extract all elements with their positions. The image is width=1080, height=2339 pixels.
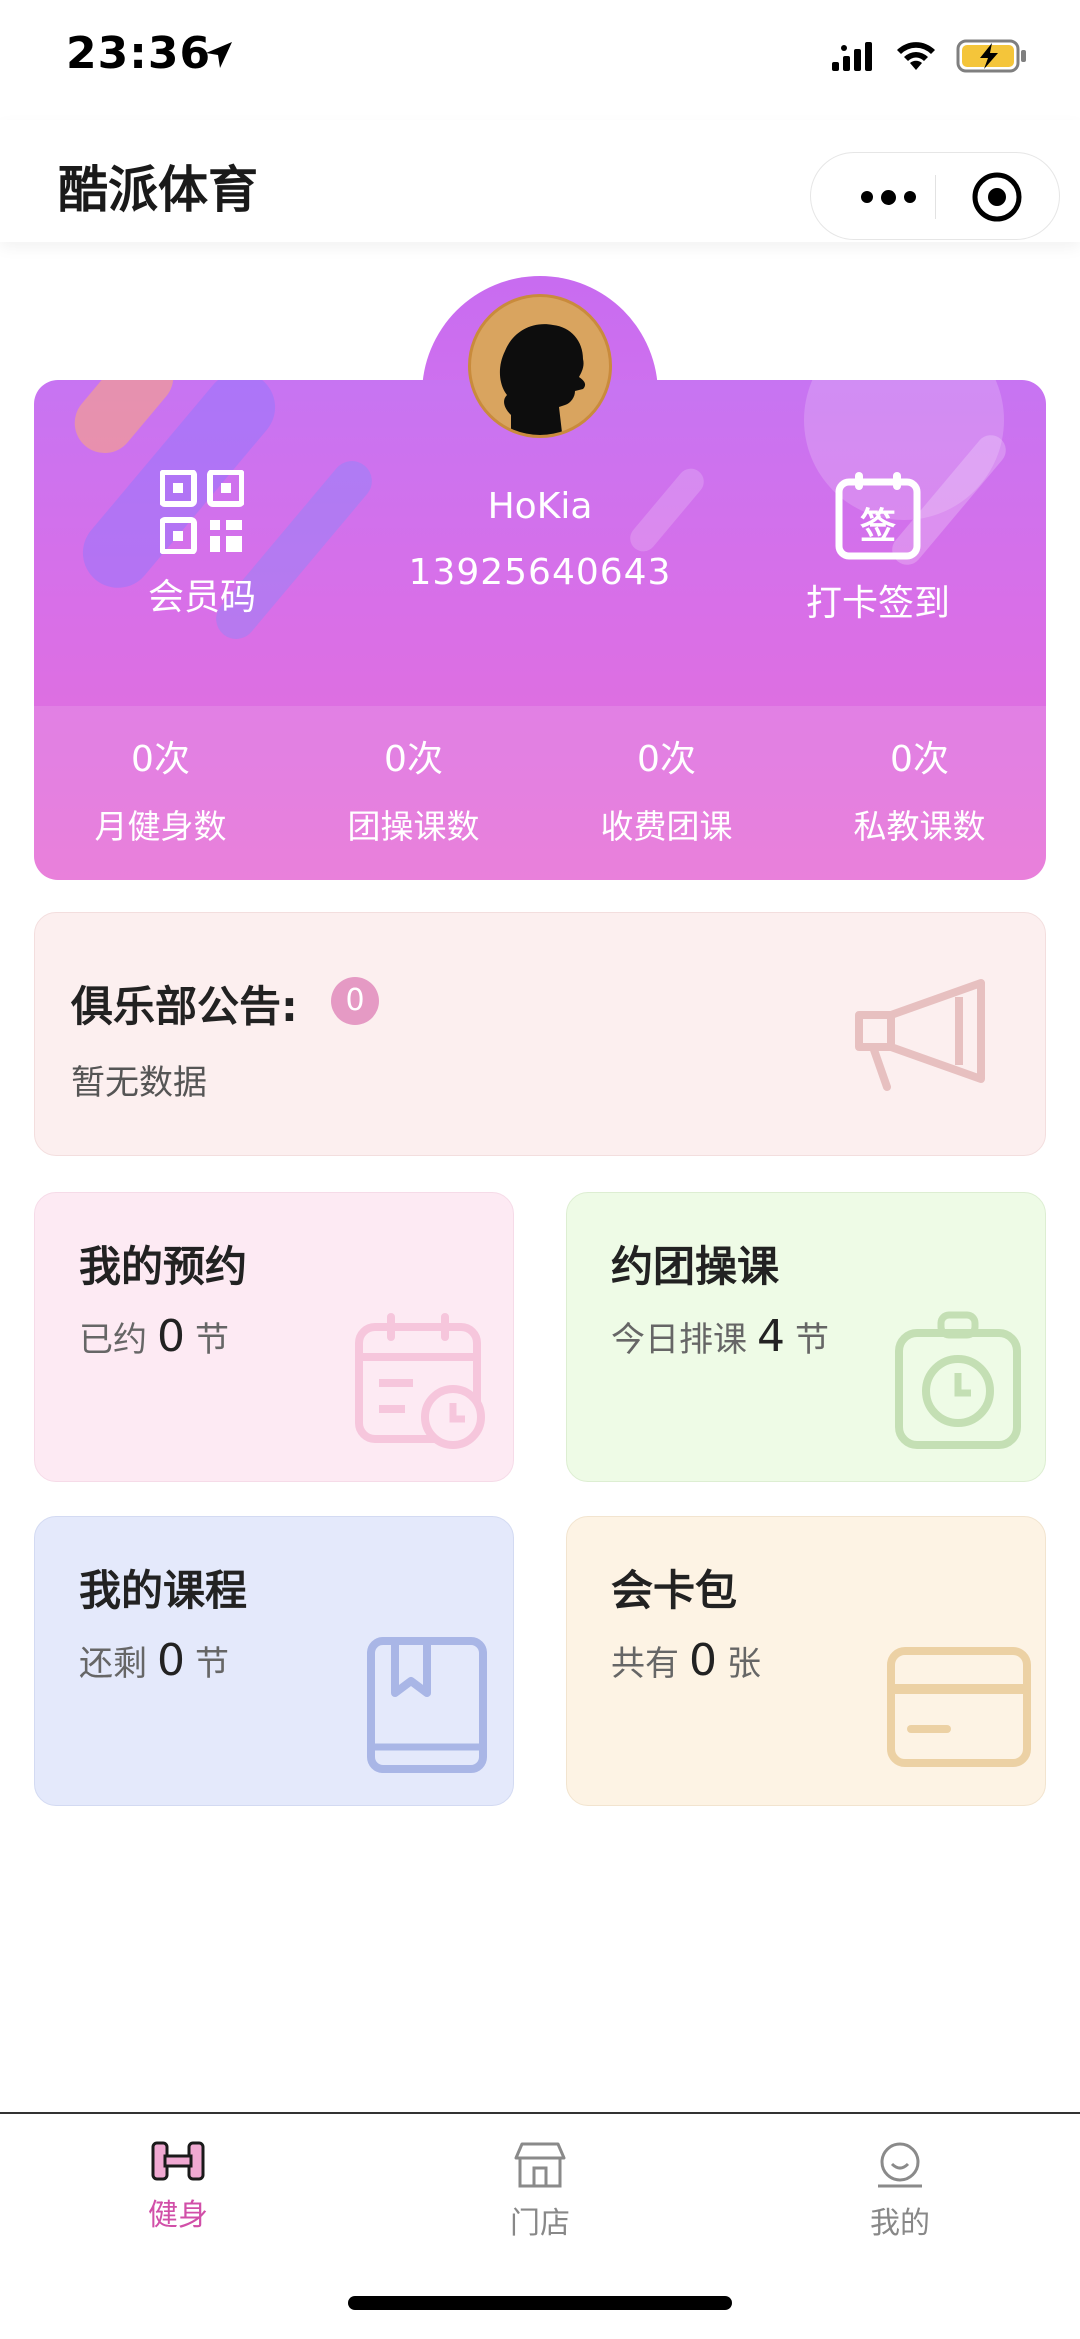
tile-subtitle: 还剩 0 节 [79, 1635, 229, 1686]
stat-group-classes[interactable]: 0次 团操课数 [287, 730, 540, 860]
capsule-divider [935, 175, 936, 219]
navigation-bar: 酷派体育 [0, 120, 1080, 242]
fitness-h-icon [151, 2141, 205, 2181]
calendar-clock-icon [355, 1313, 485, 1449]
checkin-button[interactable]: 签 打卡签到 [758, 470, 998, 626]
announcement-title: 俱乐部公告: [71, 982, 298, 1031]
stat-label: 私教课数 [853, 807, 986, 846]
tile-subtitle: 今日排课 4 节 [611, 1311, 829, 1362]
close-miniprogram-button[interactable] [971, 171, 1023, 223]
member-code-label: 会员码 [147, 577, 256, 618]
status-time: 23:36 [66, 28, 212, 79]
page-title: 酷派体育 [58, 161, 258, 219]
announcement-count-badge: 0 [331, 977, 379, 1025]
tab-label: 健身 [148, 2198, 208, 2233]
announcement-empty-text: 暂无数据 [71, 1063, 207, 1103]
storefront-icon [514, 2142, 566, 2188]
status-bar: 23:36 [0, 0, 1080, 120]
tile-title: 我的课程 [79, 1566, 248, 1615]
tile-title: 我的预约 [79, 1242, 248, 1291]
tile-value: 0 [157, 1635, 185, 1686]
user-phone: 13925640643 [408, 552, 672, 593]
tab-mine[interactable]: 我的 [800, 2140, 1000, 2242]
stat-value: 0次 [384, 739, 443, 780]
battery-charging-icon [956, 39, 1026, 73]
user-smile-icon [878, 2142, 922, 2188]
stopwatch-icon [895, 1311, 1021, 1449]
member-code-button[interactable]: 会员码 [82, 470, 322, 620]
group-class-card[interactable]: 约团操课 今日排课 4 节 [566, 1192, 1046, 1482]
tab-store[interactable]: 门店 [440, 2140, 640, 2242]
tile-value: 0 [689, 1635, 717, 1686]
stat-paid-group-classes[interactable]: 0次 收费团课 [540, 730, 793, 860]
stat-label: 月健身数 [94, 807, 227, 846]
location-arrow-icon [206, 42, 232, 68]
stat-label: 收费团课 [600, 807, 733, 846]
tile-subtitle: 共有 0 张 [611, 1635, 761, 1686]
card-wallet-card[interactable]: 会卡包 共有 0 张 [566, 1516, 1046, 1806]
checkin-label: 打卡签到 [805, 583, 950, 624]
bookmark-book-icon [367, 1637, 487, 1773]
stat-value: 0次 [131, 739, 190, 780]
stat-monthly-workouts[interactable]: 0次 月健身数 [34, 730, 287, 860]
stat-value: 0次 [890, 739, 949, 780]
checkin-icon-text: 签 [860, 506, 896, 547]
tile-value: 0 [157, 1311, 185, 1362]
qr-code-icon [160, 470, 244, 554]
tile-title: 会卡包 [611, 1566, 738, 1615]
tab-fitness[interactable]: 健身 [78, 2140, 278, 2234]
home-indicator[interactable] [348, 2296, 732, 2310]
megaphone-icon [855, 979, 985, 1091]
stat-private-classes[interactable]: 0次 私教课数 [793, 730, 1046, 860]
my-courses-card[interactable]: 我的课程 还剩 0 节 [34, 1516, 514, 1806]
user-name: HoKia [487, 486, 593, 527]
calendar-checkin-icon: 签 [835, 472, 921, 560]
miniprogram-capsule [810, 152, 1060, 240]
tab-label: 我的 [870, 2206, 930, 2241]
more-dot-icon [860, 191, 873, 203]
credit-card-icon [887, 1647, 1031, 1767]
tile-value: 4 [757, 1311, 785, 1362]
tab-label: 门店 [510, 2206, 570, 2241]
tile-title: 约团操课 [611, 1242, 780, 1291]
club-announcement[interactable]: 俱乐部公告: 0 暂无数据 [34, 912, 1046, 1156]
more-menu-button[interactable] [843, 177, 933, 217]
my-bookings-card[interactable]: 我的预约 已约 0 节 [34, 1192, 514, 1482]
stat-label: 团操课数 [347, 807, 480, 846]
more-dot-icon [903, 191, 916, 203]
cellular-signal-icon [832, 42, 872, 71]
member-stats: 0次 月健身数 0次 团操课数 0次 收费团课 0次 私教课数 [34, 730, 1046, 860]
avatar[interactable] [468, 294, 612, 438]
more-dot-icon [880, 189, 896, 205]
user-silhouette-icon [500, 324, 586, 435]
stat-value: 0次 [637, 739, 696, 780]
wifi-icon [897, 42, 935, 70]
tile-subtitle: 已约 0 节 [79, 1311, 229, 1362]
